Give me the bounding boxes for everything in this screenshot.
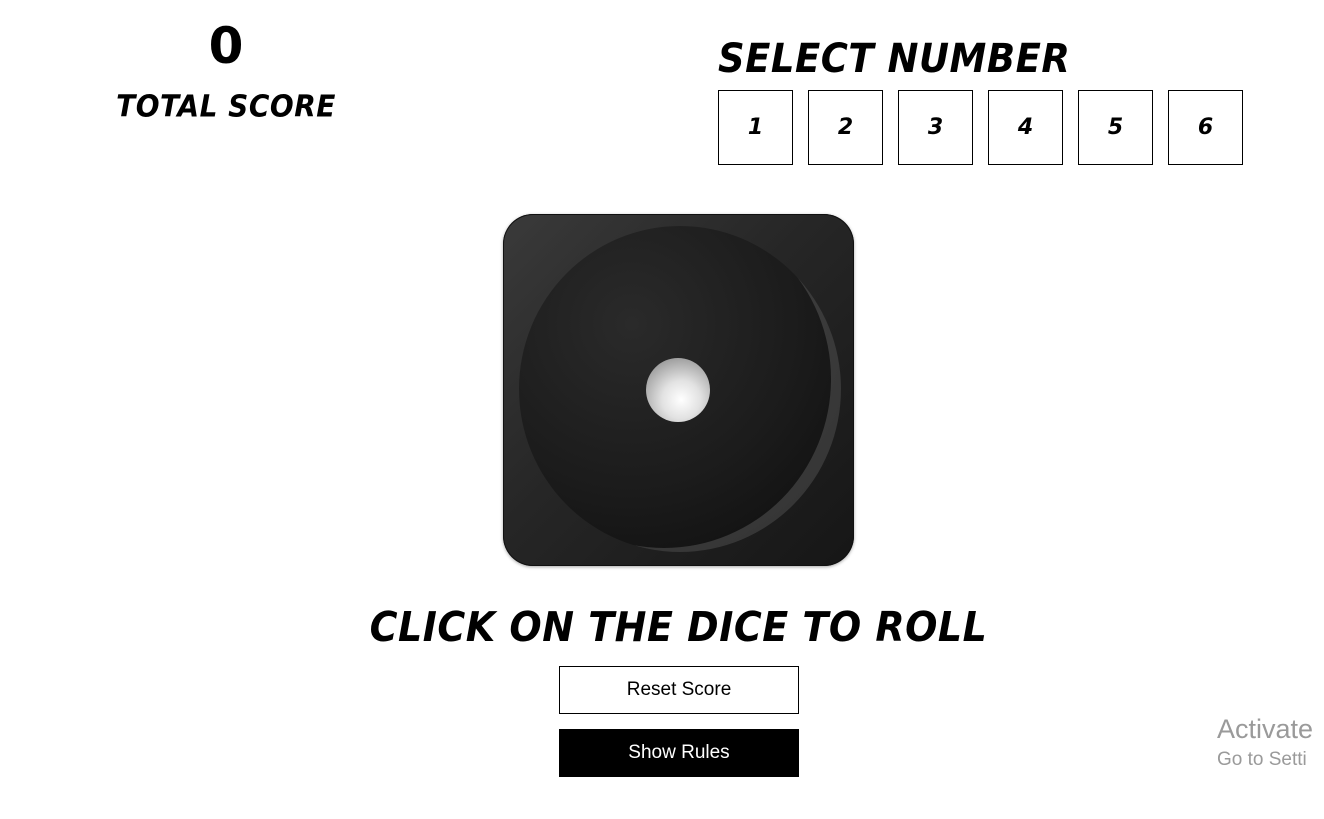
number-box-4[interactable]: 4 bbox=[988, 90, 1063, 165]
activate-windows-watermark: Activate Go to Setti bbox=[1217, 712, 1324, 774]
reset-score-button[interactable]: Reset Score bbox=[559, 666, 799, 714]
number-box-1[interactable]: 1 bbox=[718, 90, 793, 165]
dice-button[interactable] bbox=[503, 214, 854, 566]
select-number-title: Select Number bbox=[718, 35, 1071, 82]
number-box-2[interactable]: 2 bbox=[808, 90, 883, 165]
show-rules-button[interactable]: Show Rules bbox=[559, 729, 799, 777]
number-box-row: 1 2 3 4 5 6 bbox=[718, 90, 1243, 165]
watermark-title: Activate bbox=[1217, 714, 1314, 744]
number-box-5[interactable]: 5 bbox=[1078, 90, 1153, 165]
watermark-subtitle: Go to Setti bbox=[1217, 749, 1307, 770]
dice-pip-icon bbox=[646, 358, 710, 422]
total-score-label: Total Score bbox=[116, 88, 336, 125]
roll-instruction: Click on the dice to roll bbox=[369, 603, 988, 651]
number-box-3[interactable]: 3 bbox=[898, 90, 973, 165]
total-score-value: 0 bbox=[208, 17, 244, 75]
number-box-6[interactable]: 6 bbox=[1168, 90, 1243, 165]
